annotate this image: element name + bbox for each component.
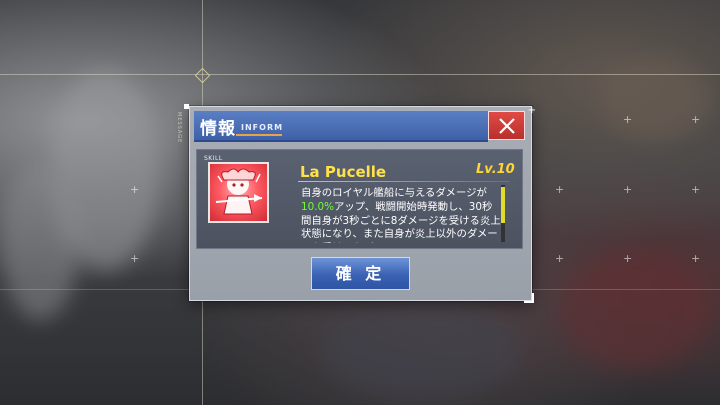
close-button[interactable] <box>488 111 525 140</box>
hud-plus-icon: + <box>691 252 701 265</box>
skill-level: Lv.10 <box>476 162 515 177</box>
info-dialog: + 情報 INFORM SKILL La Pucelle Lv.10 自身のロイ… <box>184 104 536 303</box>
hud-plus-icon: + <box>691 183 701 196</box>
skill-description[interactable]: 自身のロイヤル艦船に与えるダメージが10.0%アップ、戦闘開始時発動し、30秒間… <box>301 187 501 243</box>
hud-guide-line <box>0 74 720 75</box>
hud-plus-icon: + <box>623 113 633 126</box>
dialog-subtitle: INFORM <box>241 123 284 132</box>
hud-plus-icon: + <box>691 113 701 126</box>
dialog-titlebar: 情報 INFORM <box>194 111 488 142</box>
hud-plus-icon: + <box>555 252 565 265</box>
description-scrollbar-thumb[interactable] <box>501 187 505 223</box>
side-label: MESSAGE <box>176 112 182 144</box>
skill-description-text: 自身のロイヤル艦船に与えるダメージが <box>301 187 487 199</box>
dialog-corner-marker <box>524 293 534 303</box>
hud-plus-icon: + <box>130 183 140 196</box>
hud-plus-icon: + <box>623 252 633 265</box>
skill-description-highlight: 10.0% <box>301 200 335 213</box>
hud-plus-icon: + <box>555 183 565 196</box>
skill-name: La Pucelle <box>300 163 387 181</box>
hud-plus-icon: + <box>130 252 140 265</box>
hud-plus-icon: + <box>623 183 633 196</box>
skill-tag: SKILL <box>204 155 223 162</box>
dialog-title: 情報 <box>200 119 236 139</box>
dialog-corner-plus-icon: + <box>527 105 536 116</box>
dialog-corner-marker <box>184 104 189 109</box>
skill-name-divider <box>298 181 510 182</box>
close-x-icon <box>499 118 515 134</box>
title-accent-line <box>236 134 282 136</box>
confirm-button[interactable]: 確 定 <box>311 257 410 290</box>
chibi-character-icon <box>208 162 269 223</box>
